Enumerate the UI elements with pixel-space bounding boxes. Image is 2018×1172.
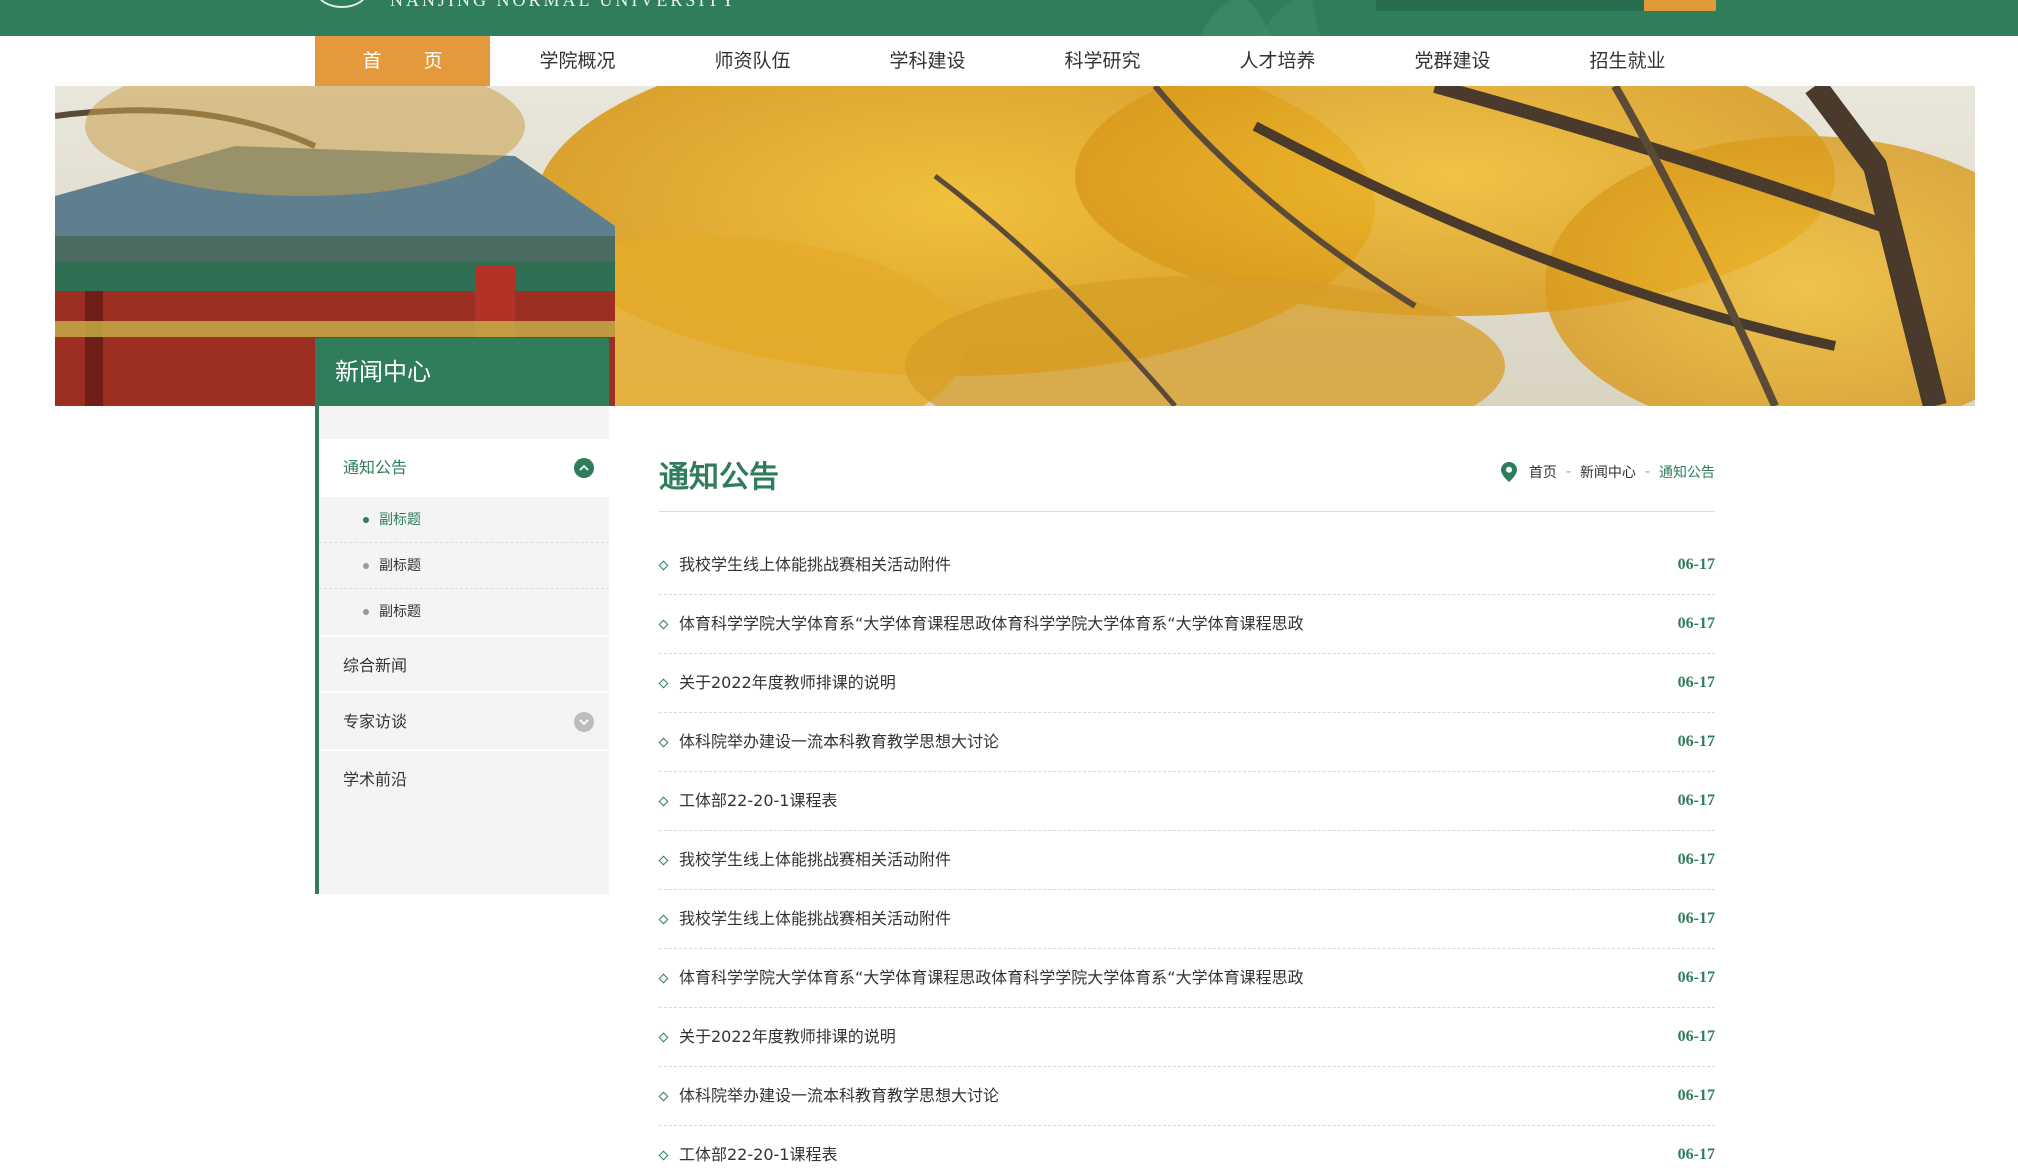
list-item[interactable]: 我校学生线上体能挑战赛相关活动附件 06-17 bbox=[658, 890, 1715, 949]
bullet-dot-icon bbox=[363, 563, 369, 569]
sidebar-subitem-label: 副标题 bbox=[379, 604, 421, 620]
news-date: 06-17 bbox=[1677, 674, 1715, 691]
list-item[interactable]: 工体部22-20-1课程表 06-17 bbox=[658, 772, 1715, 831]
athlete-silhouette bbox=[1200, 0, 1320, 36]
sidebar-item-label: 学术前沿 bbox=[343, 770, 408, 789]
list-item[interactable]: 我校学生线上体能挑战赛相关活动附件 06-17 bbox=[658, 536, 1715, 595]
page-title: 通知公告 bbox=[659, 460, 779, 495]
diamond-bullet-icon bbox=[658, 737, 669, 748]
university-logo[interactable] bbox=[316, 0, 368, 8]
news-title-link[interactable]: 我校学生线上体能挑战赛相关活动附件 bbox=[679, 890, 951, 948]
news-date: 06-17 bbox=[1677, 615, 1715, 632]
diamond-bullet-icon bbox=[658, 1032, 669, 1043]
list-item[interactable]: 我校学生线上体能挑战赛相关活动附件 06-17 bbox=[658, 831, 1715, 890]
news-title-link[interactable]: 关于2022年度教师排课的说明 bbox=[679, 654, 896, 712]
nav-item-discipline[interactable]: 学科建设 bbox=[840, 36, 1015, 86]
diamond-bullet-icon bbox=[658, 796, 669, 807]
sidebar-subitem-label: 副标题 bbox=[379, 512, 421, 528]
breadcrumb-home[interactable]: 首页 bbox=[1529, 462, 1557, 482]
news-date: 06-17 bbox=[1677, 556, 1715, 573]
nav-item-research[interactable]: 科学研究 bbox=[1015, 36, 1190, 86]
news-date: 06-17 bbox=[1677, 969, 1715, 986]
news-title-link[interactable]: 关于2022年度教师排课的说明 bbox=[679, 1008, 896, 1066]
breadcrumb-current: 通知公告 bbox=[1659, 465, 1715, 481]
search-input[interactable] bbox=[1376, 0, 1644, 11]
nav-item-education[interactable]: 人才培养 bbox=[1190, 36, 1365, 86]
sidebar-item-news[interactable]: 综合新闻 bbox=[319, 635, 609, 693]
nav-item-party[interactable]: 党群建设 bbox=[1365, 36, 1540, 86]
bullet-dot-icon bbox=[363, 609, 369, 615]
breadcrumb-section[interactable]: 新闻中心 bbox=[1580, 462, 1636, 482]
sidebar-item-notices[interactable]: 通知公告 bbox=[319, 439, 609, 497]
news-title-link[interactable]: 体育科学学院大学体育系“大学体育课程思政体育科学学院大学体育系“大学体育课程思政 bbox=[679, 949, 1304, 1007]
university-name-en: NANJING NORMAL UNIVERSITY bbox=[390, 0, 738, 10]
sidebar-subitem-label: 副标题 bbox=[379, 558, 421, 574]
nav-item-home[interactable]: 首 页 bbox=[315, 36, 490, 86]
breadcrumb-separator: - bbox=[1644, 464, 1650, 480]
news-date: 06-17 bbox=[1677, 1146, 1715, 1163]
nav-item-overview[interactable]: 学院概况 bbox=[490, 36, 665, 86]
diamond-bullet-icon bbox=[658, 619, 669, 630]
list-item[interactable]: 体科院举办建设一流本科教育教学思想大讨论 06-17 bbox=[658, 1067, 1715, 1126]
sidebar-menu: 通知公告 副标题 副标题 副标题 综合新闻 专家访谈 学术前沿 bbox=[315, 406, 609, 894]
sidebar-item-label: 专家访谈 bbox=[343, 712, 408, 731]
chevron-up-icon[interactable] bbox=[574, 458, 594, 478]
news-title-link[interactable]: 我校学生线上体能挑战赛相关活动附件 bbox=[679, 536, 951, 594]
calligraphy-title bbox=[700, 0, 1040, 6]
diamond-bullet-icon bbox=[658, 560, 669, 571]
diamond-bullet-icon bbox=[658, 1150, 669, 1161]
site-header: NANJING NORMAL UNIVERSITY bbox=[0, 0, 2018, 36]
news-list: 我校学生线上体能挑战赛相关活动附件 06-17 体育科学学院大学体育系“大学体育… bbox=[658, 536, 1715, 1172]
main-nav: 首 页 学院概况 师资队伍 学科建设 科学研究 人才培养 党群建设 招生就业 bbox=[315, 36, 1715, 86]
news-title-link[interactable]: 工体部22-20-1课程表 bbox=[679, 772, 837, 830]
title-divider bbox=[659, 511, 1715, 512]
breadcrumb-separator: - bbox=[1565, 464, 1571, 480]
news-date: 06-17 bbox=[1677, 851, 1715, 868]
list-item[interactable]: 体育科学学院大学体育系“大学体育课程思政体育科学学院大学体育系“大学体育课程思政… bbox=[658, 595, 1715, 654]
news-title-link[interactable]: 体科院举办建设一流本科教育教学思想大讨论 bbox=[679, 713, 999, 771]
diamond-bullet-icon bbox=[658, 1091, 669, 1102]
sidebar-item-frontier[interactable]: 学术前沿 bbox=[319, 751, 609, 809]
sidebar-subitem[interactable]: 副标题 bbox=[319, 589, 609, 635]
sidebar-subitem[interactable]: 副标题 bbox=[319, 543, 609, 589]
news-title-link[interactable]: 体科院举办建设一流本科教育教学思想大讨论 bbox=[679, 1067, 999, 1125]
diamond-bullet-icon bbox=[658, 973, 669, 984]
list-item[interactable]: 体育科学学院大学体育系“大学体育课程思政体育科学学院大学体育系“大学体育课程思政… bbox=[658, 949, 1715, 1008]
nav-item-admission[interactable]: 招生就业 bbox=[1540, 36, 1715, 86]
news-title-link[interactable]: 我校学生线上体能挑战赛相关活动附件 bbox=[679, 831, 951, 889]
sidebar-item-label: 综合新闻 bbox=[343, 656, 408, 675]
diamond-bullet-icon bbox=[658, 855, 669, 866]
news-date: 06-17 bbox=[1677, 792, 1715, 809]
news-date: 06-17 bbox=[1677, 733, 1715, 750]
sidebar-subitem[interactable]: 副标题 bbox=[319, 497, 609, 543]
sidebar-title: 新闻中心 bbox=[315, 338, 609, 406]
list-item[interactable]: 工体部22-20-1课程表 06-17 bbox=[658, 1126, 1715, 1172]
bullet-dot-icon bbox=[363, 517, 369, 523]
chevron-down-icon[interactable] bbox=[574, 712, 594, 732]
breadcrumb: 首页 - 新闻中心 - 通知公告 bbox=[1500, 462, 1715, 482]
diamond-bullet-icon bbox=[658, 914, 669, 925]
sidebar-item-label: 通知公告 bbox=[343, 458, 408, 477]
sidebar-item-interviews[interactable]: 专家访谈 bbox=[319, 693, 609, 751]
news-date: 06-17 bbox=[1677, 1087, 1715, 1104]
list-item[interactable]: 关于2022年度教师排课的说明 06-17 bbox=[658, 1008, 1715, 1067]
list-item[interactable]: 关于2022年度教师排课的说明 06-17 bbox=[658, 654, 1715, 713]
news-title-link[interactable]: 体育科学学院大学体育系“大学体育课程思政体育科学学院大学体育系“大学体育课程思政 bbox=[679, 595, 1304, 653]
news-date: 06-17 bbox=[1677, 1028, 1715, 1045]
diamond-bullet-icon bbox=[658, 678, 669, 689]
news-title-link[interactable]: 工体部22-20-1课程表 bbox=[679, 1126, 837, 1172]
nav-item-faculty[interactable]: 师资队伍 bbox=[665, 36, 840, 86]
location-pin-icon bbox=[1500, 462, 1517, 482]
news-date: 06-17 bbox=[1677, 910, 1715, 927]
list-item[interactable]: 体科院举办建设一流本科教育教学思想大讨论 06-17 bbox=[658, 713, 1715, 772]
search-button[interactable] bbox=[1644, 0, 1716, 11]
